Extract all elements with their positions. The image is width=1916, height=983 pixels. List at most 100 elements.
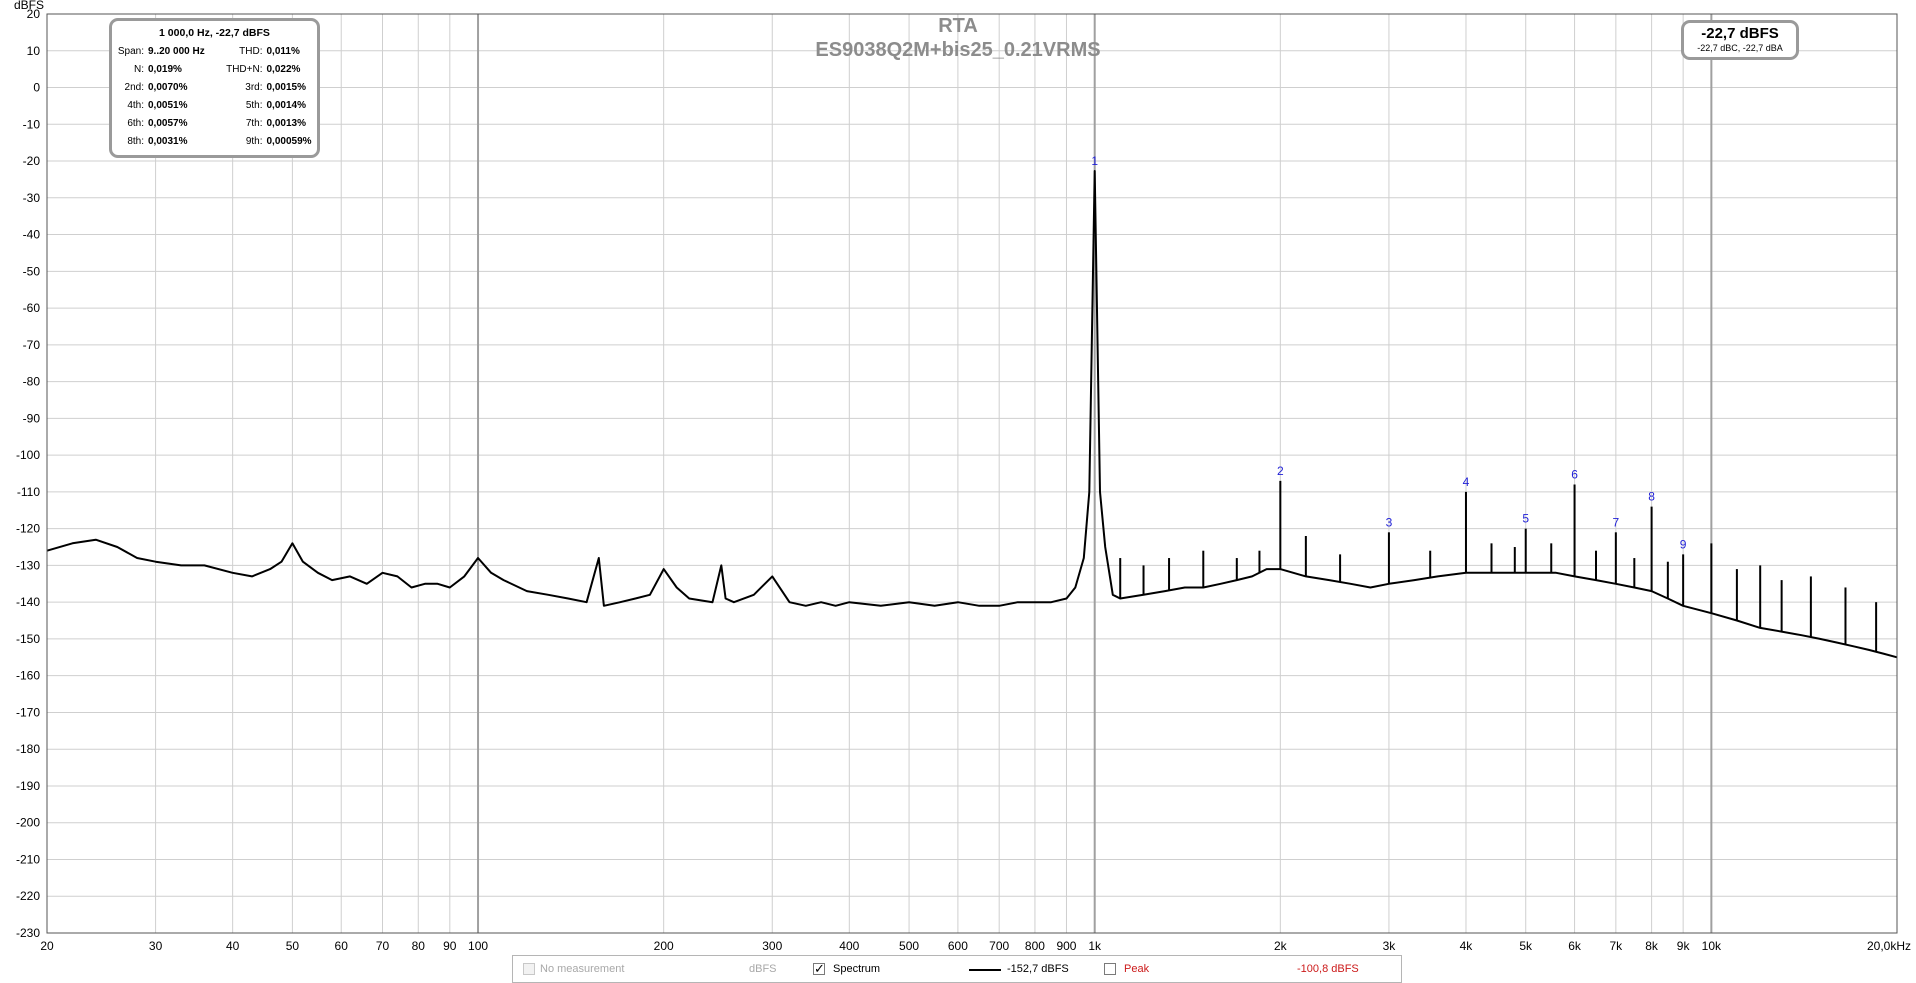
info-label: 4th:	[127, 100, 144, 111]
harmonic-marker-2: 2	[1277, 464, 1284, 478]
y-tick-label: -110	[17, 485, 40, 499]
x-tick-label: 3k	[1383, 939, 1397, 953]
info-cell: 6th: 0,0057%	[112, 118, 215, 129]
info-label: 5th:	[245, 100, 263, 111]
info-cell: 2nd: 0,0070%	[112, 82, 215, 93]
x-tick-label: 100	[468, 939, 488, 953]
spectrum-line-swatch	[969, 969, 1001, 971]
no-measurement-label: No measurement	[540, 963, 625, 975]
x-tick-label: 20,0kHz	[1867, 939, 1911, 953]
info-cell: 7th: 0,0013%	[215, 118, 318, 129]
info-label: 9th:	[245, 136, 263, 147]
y-tick-label: -190	[16, 779, 40, 793]
x-tick-label: 10k	[1702, 939, 1722, 953]
distortion-info-box[interactable]: 1 000,0 Hz, -22,7 dBFS Span: 9..20 000 Hz…	[109, 18, 320, 158]
x-tick-label: 6k	[1568, 939, 1582, 953]
info-cell: 4th: 0,0051%	[112, 100, 215, 111]
harmonic-marker-6: 6	[1571, 468, 1578, 482]
y-tick-label: -120	[16, 522, 40, 536]
y-tick-label: -90	[23, 411, 41, 425]
info-value: 0,0015%	[266, 82, 306, 93]
y-tick-label: -200	[16, 816, 40, 830]
harmonic-marker-7: 7	[1612, 515, 1619, 529]
info-cell: 3rd: 0,0015%	[215, 82, 318, 93]
x-tick-label: 800	[1025, 939, 1045, 953]
info-label: 2nd:	[124, 82, 144, 93]
y-tick-label: -100	[16, 448, 40, 462]
level-readout-main: -22,7 dBFS	[1701, 25, 1779, 42]
info-value: 0,0013%	[266, 118, 306, 129]
peak-checkbox[interactable]	[1104, 963, 1116, 975]
harmonic-marker-8: 8	[1648, 490, 1655, 504]
x-tick-label: 9k	[1677, 939, 1691, 953]
info-box-row: N: 0,019% THD+N: 0,022%	[112, 64, 317, 75]
y-tick-label: -210	[16, 852, 40, 866]
y-tick-label: -20	[23, 154, 41, 168]
info-cell: 8th: 0,0031%	[112, 136, 215, 147]
x-tick-label: 1k	[1088, 939, 1102, 953]
x-tick-label: 60	[335, 939, 349, 953]
x-tick-label: 40	[226, 939, 240, 953]
x-tick-label: 50	[286, 939, 300, 953]
x-tick-label: 8k	[1645, 939, 1659, 953]
y-tick-label: -180	[16, 742, 40, 756]
y-tick-label: -70	[23, 338, 41, 352]
x-tick-label: 400	[839, 939, 859, 953]
info-value: 0,019%	[148, 64, 182, 75]
info-label: 3rd:	[245, 82, 263, 93]
y-tick-label: -170	[16, 705, 40, 719]
y-tick-label: -50	[23, 264, 41, 278]
info-box-row: 6th: 0,0057% 7th: 0,0013%	[112, 118, 317, 129]
info-label: N:	[134, 64, 144, 75]
info-value: 0,0014%	[266, 100, 306, 111]
spectrum-series-line	[46, 170, 1898, 659]
x-tick-label: 300	[762, 939, 782, 953]
x-tick-label: 500	[899, 939, 919, 953]
y-tick-label: -40	[23, 228, 41, 242]
info-label: THD+N:	[226, 64, 263, 75]
chart-title: RTA	[938, 15, 978, 37]
plot-area-frame	[46, 13, 1898, 934]
y-tick-label: -150	[16, 632, 40, 646]
info-cell: THD+N: 0,022%	[215, 64, 318, 75]
x-tick-label: 200	[654, 939, 674, 953]
y-tick-label: -80	[23, 375, 41, 389]
y-tick-label: -140	[16, 595, 40, 609]
info-box-row: Span: 9..20 000 Hz THD: 0,011%	[112, 46, 317, 57]
y-tick-label: -10	[23, 117, 41, 131]
no-measurement-checkbox	[523, 963, 535, 975]
info-value: 0,0031%	[148, 136, 188, 147]
info-box-row: 8th: 0,0031% 9th: 0,00059%	[112, 136, 317, 147]
harmonic-marker-9: 9	[1680, 537, 1687, 551]
y-tick-label: -160	[16, 669, 40, 683]
y-tick-label: -230	[16, 926, 40, 940]
level-readout-sub: -22,7 dBC, -22,7 dBA	[1697, 43, 1783, 53]
info-label: THD:	[239, 46, 263, 57]
x-tick-label: 5k	[1519, 939, 1533, 953]
info-value: 9..20 000 Hz	[148, 46, 205, 57]
harmonic-marker-3: 3	[1386, 515, 1393, 529]
info-value: 0,011%	[266, 46, 300, 57]
level-readout-box[interactable]: -22,7 dBFS -22,7 dBC, -22,7 dBA	[1681, 20, 1799, 60]
no-measurement-unit: dBFS	[749, 963, 777, 975]
peak-label: Peak	[1124, 963, 1150, 975]
x-tick-label: 20	[40, 939, 54, 953]
info-label: 7th:	[245, 118, 263, 129]
harmonic-marker-1: 1	[1091, 154, 1098, 168]
y-tick-label: -60	[23, 301, 41, 315]
spectrum-checkbox[interactable]	[813, 961, 825, 977]
y-tick-label: 0	[33, 81, 40, 95]
info-value: 0,00059%	[266, 136, 312, 147]
x-tick-label: 90	[443, 939, 457, 953]
info-label: 8th:	[127, 136, 144, 147]
x-tick-label: 900	[1056, 939, 1076, 953]
y-tick-label: -130	[16, 558, 40, 572]
info-cell: 5th: 0,0014%	[215, 100, 318, 111]
info-box-row: 4th: 0,0051% 5th: 0,0014%	[112, 100, 317, 111]
x-tick-label: 30	[149, 939, 163, 953]
info-label: Span:	[117, 46, 144, 57]
info-value: 0,0070%	[148, 82, 188, 93]
info-value: 0,0057%	[148, 118, 188, 129]
y-tick-label: 10	[27, 44, 41, 58]
info-value: 0,0051%	[148, 100, 188, 111]
